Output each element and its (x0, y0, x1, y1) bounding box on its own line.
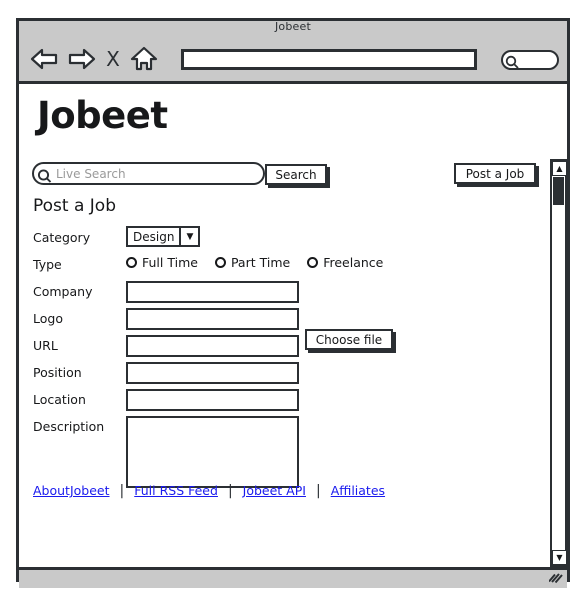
category-label: Category (33, 230, 91, 245)
magnifier-icon (504, 54, 520, 74)
position-input[interactable] (126, 362, 299, 384)
type-label: Type (33, 257, 62, 272)
browser-window: Jobeet X Jobeet Live Search Search Post … (16, 18, 570, 588)
nav-icon-group: X (29, 44, 159, 74)
category-select[interactable]: Design ▼ (126, 226, 201, 247)
url-input[interactable] (181, 49, 477, 70)
window-title: Jobeet (274, 20, 311, 33)
scrollbar-thumb[interactable] (553, 177, 564, 205)
vertical-scrollbar[interactable]: ▲ ▼ (550, 159, 567, 567)
description-textarea[interactable] (126, 416, 299, 488)
category-selected-value: Design (133, 229, 175, 244)
browser-search-input[interactable] (501, 50, 559, 70)
company-label: Company (33, 284, 93, 299)
radio-freelance[interactable]: Freelance (307, 255, 383, 270)
choose-file-button[interactable]: Choose file (305, 329, 393, 350)
post-job-form: Category Design ▼ Type Full Time Part Ti (19, 226, 567, 488)
footer-separator: | (227, 482, 233, 499)
form-row-url: URL (19, 334, 567, 361)
page-content: Jobeet Live Search Search Post a Job Pos… (19, 84, 567, 567)
magnifier-icon (36, 167, 53, 188)
form-row-description: Description (19, 415, 567, 488)
location-input[interactable] (126, 389, 299, 411)
radio-dot-icon[interactable] (307, 257, 319, 268)
resize-grip-icon[interactable] (548, 572, 563, 585)
footer-separator: | (119, 482, 125, 499)
footer-link-rss[interactable]: Full RSS Feed (134, 483, 218, 498)
page-title: Post a Job (33, 196, 116, 216)
form-row-logo: Logo (19, 307, 567, 334)
live-search-placeholder: Live Search (56, 167, 126, 181)
logo-input[interactable] (126, 308, 299, 330)
footer-separator: | (315, 482, 321, 499)
form-row-location: Location (19, 388, 567, 415)
location-label: Location (33, 392, 86, 407)
live-search-input[interactable]: Live Search (32, 162, 265, 185)
footer-link-about[interactable]: AboutJobeet (33, 483, 110, 498)
form-row-company: Company (19, 280, 567, 307)
form-row-category: Category Design ▼ (19, 226, 567, 253)
radio-label: Full Time (142, 255, 198, 270)
radio-full-time[interactable]: Full Time (126, 255, 198, 270)
company-input[interactable] (126, 281, 299, 303)
radio-part-time[interactable]: Part Time (214, 255, 291, 270)
description-label: Description (33, 419, 105, 434)
position-label: Position (33, 365, 82, 380)
forward-arrow-icon[interactable] (67, 44, 97, 74)
title-bar: Jobeet (19, 20, 567, 38)
back-arrow-icon[interactable] (29, 44, 59, 74)
url-field-input[interactable] (126, 335, 299, 357)
search-button[interactable]: Search (265, 164, 327, 185)
radio-label: Freelance (323, 255, 384, 270)
stop-icon[interactable]: X (105, 44, 121, 74)
scroll-down-button[interactable]: ▼ (552, 550, 567, 565)
type-radio-group: Full Time Part Time Freelance (126, 255, 400, 270)
radio-dot-icon[interactable] (126, 257, 137, 268)
footer-links: AboutJobeet | Full RSS Feed | Jobeet API… (33, 483, 385, 498)
site-logo: Jobeet (37, 94, 168, 137)
chevron-down-icon[interactable]: ▼ (179, 228, 198, 245)
footer-link-affiliates[interactable]: Affiliates (331, 483, 385, 498)
logo-label: Logo (33, 311, 63, 326)
footer-link-api[interactable]: Jobeet API (243, 483, 306, 498)
radio-label: Part Time (230, 255, 291, 270)
form-row-position: Position (19, 361, 567, 388)
scroll-up-button[interactable]: ▲ (552, 161, 567, 176)
radio-dot-icon[interactable] (214, 257, 226, 268)
browser-toolbar: X (19, 38, 567, 84)
home-icon[interactable] (129, 44, 159, 74)
url-label: URL (33, 338, 58, 353)
status-bar (19, 567, 567, 588)
post-a-job-button[interactable]: Post a Job (454, 163, 536, 184)
form-row-type: Type Full Time Part Time Freelance (19, 253, 567, 280)
